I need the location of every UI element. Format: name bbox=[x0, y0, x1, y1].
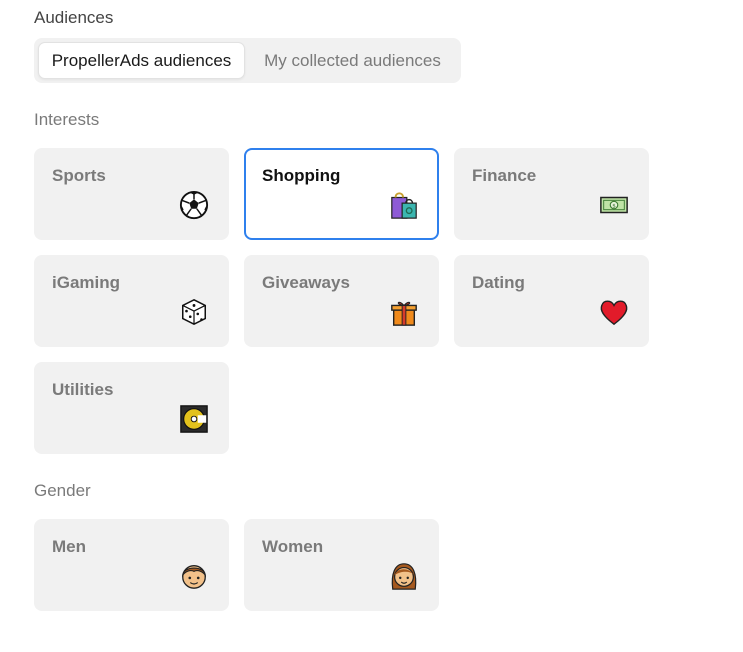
card-title: Men bbox=[52, 537, 86, 556]
interest-card-utilities[interactable]: Utilities bbox=[34, 362, 229, 454]
audiences-label: Audiences bbox=[34, 8, 114, 27]
card-title: Women bbox=[262, 537, 324, 556]
tab-propellerads-audiences[interactable]: PropellerAds audiences bbox=[38, 42, 245, 79]
money-icon: $ bbox=[600, 196, 628, 214]
heart-icon bbox=[600, 300, 628, 326]
audience-source-tabs: PropellerAds audiences My collected audi… bbox=[34, 38, 461, 83]
svg-text:$: $ bbox=[612, 203, 616, 209]
gender-label: Gender bbox=[34, 481, 91, 500]
interest-card-finance[interactable]: Finance $ bbox=[454, 148, 649, 240]
card-title: Dating bbox=[472, 273, 525, 292]
interest-card-shopping[interactable]: Shopping bbox=[244, 148, 439, 240]
gift-icon bbox=[391, 301, 417, 326]
shopping-bag-icon bbox=[391, 192, 417, 219]
disc-icon bbox=[180, 405, 208, 433]
gender-card-men[interactable]: Men bbox=[34, 519, 229, 611]
card-title: Utilities bbox=[52, 380, 114, 399]
dice-icon bbox=[182, 298, 206, 326]
card-title: Giveaways bbox=[262, 273, 350, 292]
interest-card-igaming[interactable]: iGaming bbox=[34, 255, 229, 347]
soccer-ball-icon bbox=[179, 190, 209, 220]
card-title: iGaming bbox=[52, 273, 121, 292]
interest-card-sports[interactable]: Sports bbox=[34, 148, 229, 240]
man-icon bbox=[181, 565, 207, 589]
card-title: Sports bbox=[52, 166, 106, 185]
card-title: Finance bbox=[472, 166, 537, 185]
gender-card-women[interactable]: Women bbox=[244, 519, 439, 611]
card-title: Shopping bbox=[262, 166, 341, 185]
interest-card-giveaways[interactable]: Giveaways bbox=[244, 255, 439, 347]
woman-icon bbox=[391, 563, 417, 590]
interest-card-dating[interactable]: Dating bbox=[454, 255, 649, 347]
tab-my-collected-audiences[interactable]: My collected audiences bbox=[248, 42, 457, 79]
interests-label: Interests bbox=[34, 110, 100, 129]
